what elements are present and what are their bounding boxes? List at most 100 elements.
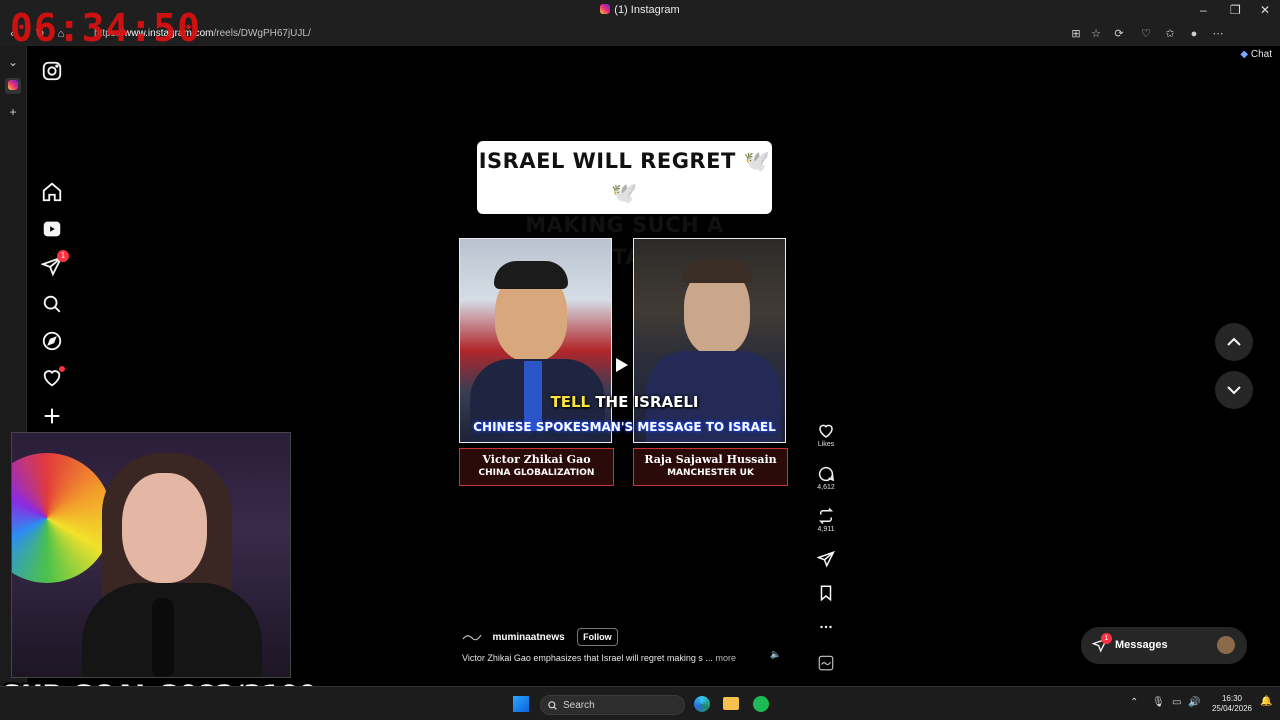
headline-line-1: ISRAEL WILL REGRET 🕊️🕊️ (478, 149, 771, 205)
clock-date: 25/04/2026 (1211, 704, 1252, 713)
chat-label: Chat (1250, 49, 1272, 60)
reel-subtitle-banner: CHINESE SPOKESMAN'S MESSAGE TO ISRAEL (473, 420, 776, 434)
search-icon (548, 701, 557, 710)
play-icon[interactable] (616, 358, 628, 372)
caption-more-link[interactable]: more (715, 653, 736, 663)
left-name-bar: Victor Zhikai Gao CHINA GLOBALIZATION (459, 448, 614, 486)
taskbar-clock[interactable]: 16:30 25/04/2026 (1212, 694, 1252, 714)
notifications-badge: 1 (57, 250, 69, 262)
messages-label: Messages (1115, 639, 1168, 651)
tab-instagram[interactable] (5, 78, 21, 94)
poster-username[interactable]: muminaatnews (492, 632, 564, 643)
stream-timer: 06:34:50 (10, 6, 202, 50)
right-speaker-panel (633, 238, 786, 443)
follow-button[interactable]: Follow (577, 628, 618, 646)
likes-label: Likes (817, 441, 835, 448)
microphone (152, 598, 174, 677)
share-icon (817, 550, 835, 568)
create-nav-icon[interactable] (41, 405, 63, 427)
left-speaker-hair (494, 261, 568, 289)
explore-nav-icon[interactable] (41, 330, 63, 352)
favorites-icon[interactable]: ✩ (1162, 26, 1178, 42)
left-speaker-org: CHINA GLOBALIZATION (478, 468, 595, 478)
notifications-heart-icon[interactable] (41, 366, 65, 389)
taskbar: Search ⌃ 🎙 ▭ 🔊 16:30 25/04/2026 🔔 (0, 686, 1280, 720)
subtitle-highlight: TELL (550, 393, 591, 411)
right-name-bar: Raja Sajawal Hussain MANCHESTER UK (633, 448, 788, 486)
reposts-count: 4,911 (817, 526, 835, 533)
caption-text: Victor Zhikai Gao emphasizes that Israel… (462, 653, 713, 663)
minimize-icon[interactable]: – (1200, 3, 1207, 17)
reel-headline: ISRAEL WILL REGRET 🕊️🕊️ MAKING SUCH A MI… (477, 141, 772, 269)
close-icon[interactable]: ✕ (1260, 3, 1270, 17)
extensions-icon[interactable]: ⟳ (1111, 26, 1127, 42)
copilot-chat-button[interactable]: ◆ Chat (1240, 49, 1272, 60)
like-button[interactable]: Likes (813, 422, 839, 448)
app-available-icon[interactable]: ⊞ (1068, 26, 1084, 42)
direct-nav-icon[interactable]: 1 (40, 250, 69, 277)
reel-caption: Victor Zhikai Gao emphasizes that Israel… (462, 653, 736, 663)
comments-count: 4,612 (817, 484, 835, 491)
reel-poster: muminaatnews Follow (462, 628, 618, 646)
taskbar-search[interactable]: Search (540, 695, 685, 715)
search-placeholder: Search (563, 700, 595, 711)
instagram-logo-icon[interactable] (41, 60, 63, 82)
save-button[interactable] (813, 584, 839, 602)
more-options-button[interactable] (813, 618, 839, 636)
instagram-tab-icon (8, 80, 18, 90)
more-menu-icon[interactable]: ⋯ (1210, 26, 1226, 42)
comment-button[interactable]: 4,612 (813, 465, 839, 491)
collapse-tabs-icon[interactable]: ⌄ (5, 54, 21, 70)
volume-tray-icon[interactable]: 🔊 (1188, 697, 1200, 708)
subtitle-rest: THE ISRAELI (590, 393, 699, 411)
browser-essentials-icon[interactable]: ♡ (1138, 26, 1154, 42)
start-icon[interactable] (513, 696, 529, 712)
repost-button[interactable]: 4,911 (813, 507, 839, 533)
file-explorer-icon[interactable] (723, 697, 739, 710)
reel-subtitle: TELL THE ISRAELI (452, 393, 797, 411)
right-speaker-hair (682, 259, 752, 283)
comment-icon (818, 466, 835, 482)
audio-thumbnail[interactable] (813, 654, 839, 672)
chevron-up-icon (1227, 337, 1241, 346)
prize-wheel (12, 453, 112, 583)
reels-nav-icon[interactable] (41, 218, 63, 240)
clock-time: 16:30 (1221, 694, 1242, 703)
messages-badge: 1 (1101, 633, 1112, 644)
more-dots-icon (820, 625, 832, 629)
left-speaker-name: Victor Zhikai Gao (482, 453, 591, 466)
volume-icon[interactable]: 🔈 (769, 649, 783, 663)
network-icon[interactable]: ▭ (1172, 697, 1181, 708)
instagram-favicon-icon (600, 4, 611, 14)
edge-icon[interactable] (694, 696, 710, 712)
repost-icon (818, 507, 834, 525)
share-button[interactable] (813, 550, 839, 568)
url-field[interactable]: https://www.instagram.com/reels/DWgPH67j… (80, 25, 1080, 43)
tray-chevron-icon[interactable]: ⌃ (1130, 697, 1138, 708)
home-nav-icon[interactable] (41, 181, 63, 203)
search-nav-icon[interactable] (41, 293, 63, 315)
webcam-overlay (11, 432, 291, 678)
favorite-star-icon[interactable]: ☆ (1088, 26, 1104, 42)
copilot-icon: ◆ (1240, 49, 1249, 60)
reel-video[interactable]: ISRAEL WILL REGRET 🕊️🕊️ MAKING SUCH A MI… (452, 58, 797, 674)
spotify-icon[interactable] (753, 696, 769, 712)
notification-center-icon[interactable]: 🔔 (1260, 696, 1272, 707)
right-speaker-name: Raja Sajawal Hussain (644, 453, 777, 466)
previous-reel-button[interactable] (1215, 323, 1253, 361)
audio-icon (818, 655, 834, 671)
new-tab-icon[interactable]: + (5, 104, 21, 120)
heart-icon (819, 424, 833, 438)
url-path: /reels/DWgPH67jUJL/ (213, 28, 311, 39)
chevron-down-icon (1227, 386, 1241, 395)
streamer-face (122, 473, 207, 583)
microphone-tray-icon[interactable]: 🎙 (1152, 697, 1165, 708)
notifications-dot (59, 366, 65, 372)
restore-icon[interactable]: ❐ (1230, 3, 1241, 17)
profile-avatar-icon[interactable]: ● (1186, 26, 1202, 42)
window-title-text: (1) Instagram (614, 4, 680, 16)
messages-button[interactable]: 1 Messages (1081, 627, 1247, 664)
poster-avatar[interactable] (462, 630, 482, 644)
next-reel-button[interactable] (1215, 371, 1253, 409)
bookmark-icon (820, 585, 832, 602)
